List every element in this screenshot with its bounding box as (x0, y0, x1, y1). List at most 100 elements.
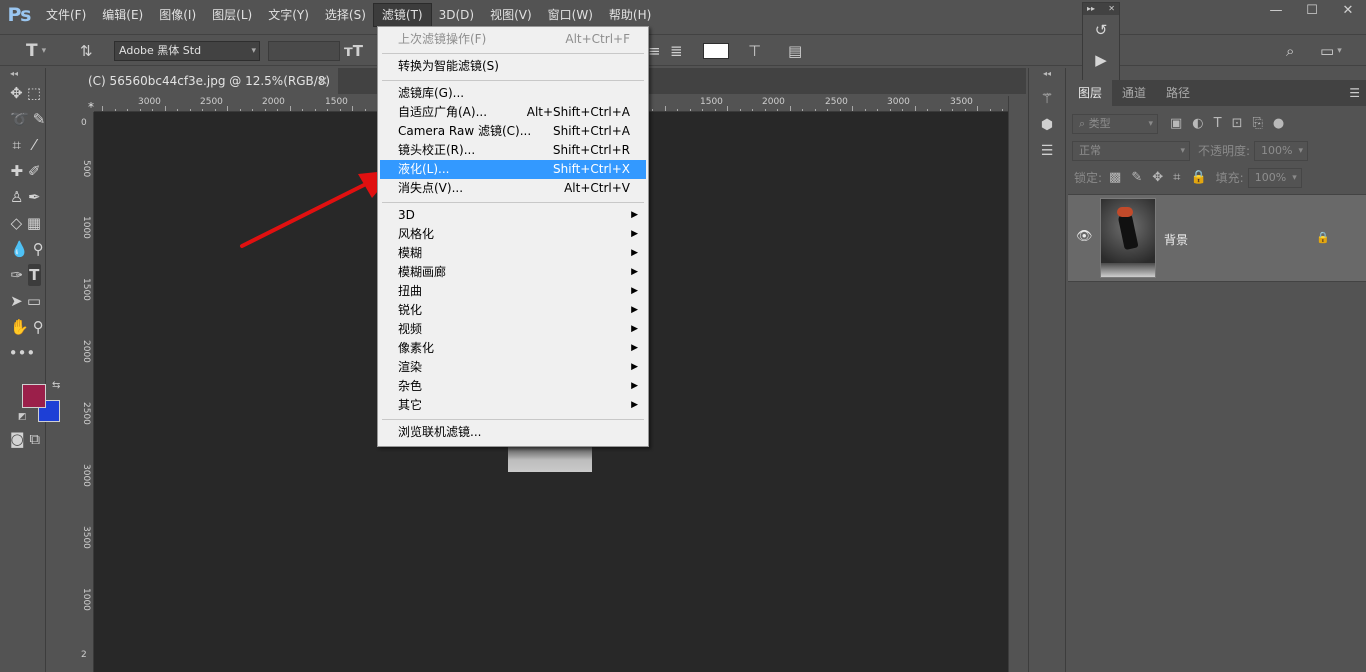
menu-help[interactable]: 帮助(H) (601, 4, 659, 26)
panel-menu-icon[interactable]: ☰ (1349, 80, 1360, 106)
tab-layers[interactable]: 图层 (1068, 80, 1113, 106)
move-tool-icon[interactable]: ✥ (10, 82, 23, 104)
lock-position-icon[interactable]: ✥ (1152, 170, 1163, 185)
filter-menu-item[interactable]: 视频 ▶ (380, 320, 646, 339)
dodge-tool-icon[interactable]: ⚲ (33, 238, 44, 260)
quick-select-tool-icon[interactable]: ✎ (33, 108, 46, 130)
filter-menu-item[interactable]: 液化(L)... Shift+Ctrl+X (380, 160, 646, 179)
play-action-icon[interactable]: ▶ (1083, 45, 1119, 75)
pixel-filter-icon[interactable]: ▣ (1170, 116, 1182, 131)
default-colors-icon[interactable]: ◩ (18, 412, 27, 422)
quick-mask-icon[interactable]: ◙ (10, 428, 25, 450)
brush-tool-icon[interactable]: ✐ (28, 160, 42, 182)
toggle-orientation-button[interactable]: ⇅ (80, 40, 93, 62)
filter-menu-item[interactable]: 渲染 ▶ (380, 358, 646, 377)
3d-panel-icon[interactable]: ⬢ (1029, 112, 1065, 138)
swap-colors-icon[interactable]: ⇆ (52, 380, 60, 391)
eyedropper-tool-icon[interactable]: ⁄ (28, 134, 42, 156)
adjustment-filter-icon[interactable]: ◐ (1192, 116, 1203, 131)
filter-menu-item[interactable]: 风格化 ▶ (380, 225, 646, 244)
type-filter-icon[interactable]: T (1214, 116, 1222, 131)
menu-layer[interactable]: 图层(L) (204, 4, 260, 26)
history-icon[interactable]: ↺ (1083, 15, 1119, 45)
history-brush-icon[interactable]: ✒ (28, 186, 42, 208)
visibility-eye-icon[interactable]: 👁 (1076, 229, 1093, 244)
filter-menu-item[interactable]: 转换为智能滤镜(S) (380, 57, 646, 76)
layer-name[interactable]: 背景 (1164, 231, 1188, 248)
menu-edit[interactable]: 编辑(E) (94, 4, 151, 26)
layer-filter-select[interactable]: ⌕ 类型 ▾ (1072, 113, 1158, 134)
screen-mode-icon[interactable]: ⧉ (29, 428, 41, 450)
font-family-select[interactable]: Adobe 黑体 Std ▾ (114, 41, 260, 61)
filter-menu-item[interactable]: Camera Raw 滤镜(C)... Shift+Ctrl+A (380, 122, 646, 141)
menu-filter[interactable]: 滤镜(T) (372, 3, 432, 27)
collapse-toolbar-icon[interactable]: ◂◂ (0, 68, 45, 80)
maximize-button[interactable]: ☐ (1294, 0, 1330, 22)
filter-menu-item[interactable]: 3D ▶ (380, 206, 646, 225)
more-tools-icon[interactable]: ••• (9, 342, 36, 364)
clone-stamp-icon[interactable]: ♙ (10, 186, 24, 208)
filter-menu-item[interactable]: 杂色 ▶ (380, 377, 646, 396)
layer-row[interactable]: 👁 背景 🔒 (1068, 194, 1366, 282)
close-window-button[interactable]: ✕ (1330, 0, 1366, 22)
lock-artboard-icon[interactable]: ⌗ (1173, 170, 1180, 185)
properties-icon[interactable]: ☰ (1029, 138, 1065, 164)
eraser-tool-icon[interactable]: ◇ (10, 212, 23, 234)
align-center-button[interactable]: ≡ (648, 40, 661, 62)
filter-menu-item[interactable]: 自适应广角(A)... Alt+Shift+Ctrl+A (380, 103, 646, 122)
font-size-icon-button[interactable]: ᴛT (344, 40, 363, 62)
lock-transparent-icon[interactable]: ▩ (1109, 170, 1121, 185)
menu-view[interactable]: 视图(V) (482, 4, 540, 26)
font-style-select[interactable] (268, 41, 340, 61)
filter-toggle-icon[interactable]: ● (1273, 116, 1284, 131)
text-color-swatch[interactable] (703, 43, 729, 59)
filter-menu-item[interactable]: 锐化 ▶ (380, 301, 646, 320)
marquee-tool-icon[interactable]: ⬚ (27, 82, 41, 104)
collapse-dock-icon[interactable]: ◂◂ (1029, 68, 1065, 80)
healing-brush-icon[interactable]: ✚ (10, 160, 24, 182)
filter-menu-item[interactable]: 扭曲 ▶ (380, 282, 646, 301)
menu-file[interactable]: 文件(F) (38, 4, 94, 26)
blend-mode-select[interactable]: 正常 ▾ (1072, 140, 1190, 161)
minimize-button[interactable]: — (1258, 0, 1294, 22)
gradient-tool-icon[interactable]: ▦ (27, 212, 41, 234)
path-select-icon[interactable]: ➤ (10, 290, 23, 312)
filter-menu-item[interactable]: 模糊画廊 ▶ (380, 263, 646, 282)
menu-select[interactable]: 选择(S) (317, 4, 374, 26)
lock-image-icon[interactable]: ✎ (1131, 170, 1142, 185)
smart-object-filter-icon[interactable]: ⎘ (1253, 116, 1263, 131)
close-document-icon[interactable]: ✕ (318, 68, 328, 94)
type-tool-icon[interactable]: T (27, 264, 41, 286)
blur-tool-icon[interactable]: 💧 (10, 238, 29, 260)
warp-text-button[interactable]: ⊤ (748, 40, 761, 62)
foreground-color-swatch[interactable] (22, 384, 46, 408)
align-right-button[interactable]: ≣ (670, 40, 683, 62)
zoom-tool-icon[interactable]: ⚲ (33, 316, 44, 338)
rectangle-tool-icon[interactable]: ▭ (27, 290, 41, 312)
tab-channels[interactable]: 通道 (1112, 80, 1156, 106)
filter-menu-item[interactable]: 消失点(V)... Alt+Ctrl+V (380, 179, 646, 198)
tool-preset-picker[interactable]: T ▾ (26, 40, 46, 62)
vertical-scrollbar[interactable] (1008, 96, 1026, 672)
filter-menu-item[interactable]: 浏览联机滤镜... (380, 423, 646, 442)
filter-menu-item[interactable]: 模糊 ▶ (380, 244, 646, 263)
expand-panel-icon[interactable]: ▸▸ (1087, 3, 1095, 15)
crop-tool-icon[interactable]: ⌗ (10, 134, 24, 156)
lasso-tool-icon[interactable]: ➰ (10, 108, 29, 130)
hand-tool-icon[interactable]: ✋ (10, 316, 29, 338)
character-panel-button[interactable]: ▤ (788, 40, 802, 62)
filter-menu-item[interactable]: 滤镜库(G)... (380, 84, 646, 103)
shape-filter-icon[interactable]: ⊡ (1232, 116, 1243, 131)
tab-paths[interactable]: 路径 (1156, 80, 1200, 106)
filter-menu-item[interactable]: 像素化 ▶ (380, 339, 646, 358)
filter-menu-item[interactable]: 镜头校正(R)... Shift+Ctrl+R (380, 141, 646, 160)
opacity-input[interactable]: 100% ▾ (1254, 140, 1309, 161)
pen-tool-icon[interactable]: ✑ (10, 264, 24, 286)
search-button[interactable]: ⌕ (1286, 40, 1294, 62)
menu-3d[interactable]: 3D(D) (431, 4, 482, 26)
brush-settings-icon[interactable]: ⚚ (1029, 86, 1065, 112)
fill-input[interactable]: 100% ▾ (1247, 167, 1302, 188)
close-panel-icon[interactable]: ✕ (1108, 3, 1115, 15)
filter-menu-item[interactable]: 其它 ▶ (380, 396, 646, 415)
menu-type[interactable]: 文字(Y) (260, 4, 317, 26)
